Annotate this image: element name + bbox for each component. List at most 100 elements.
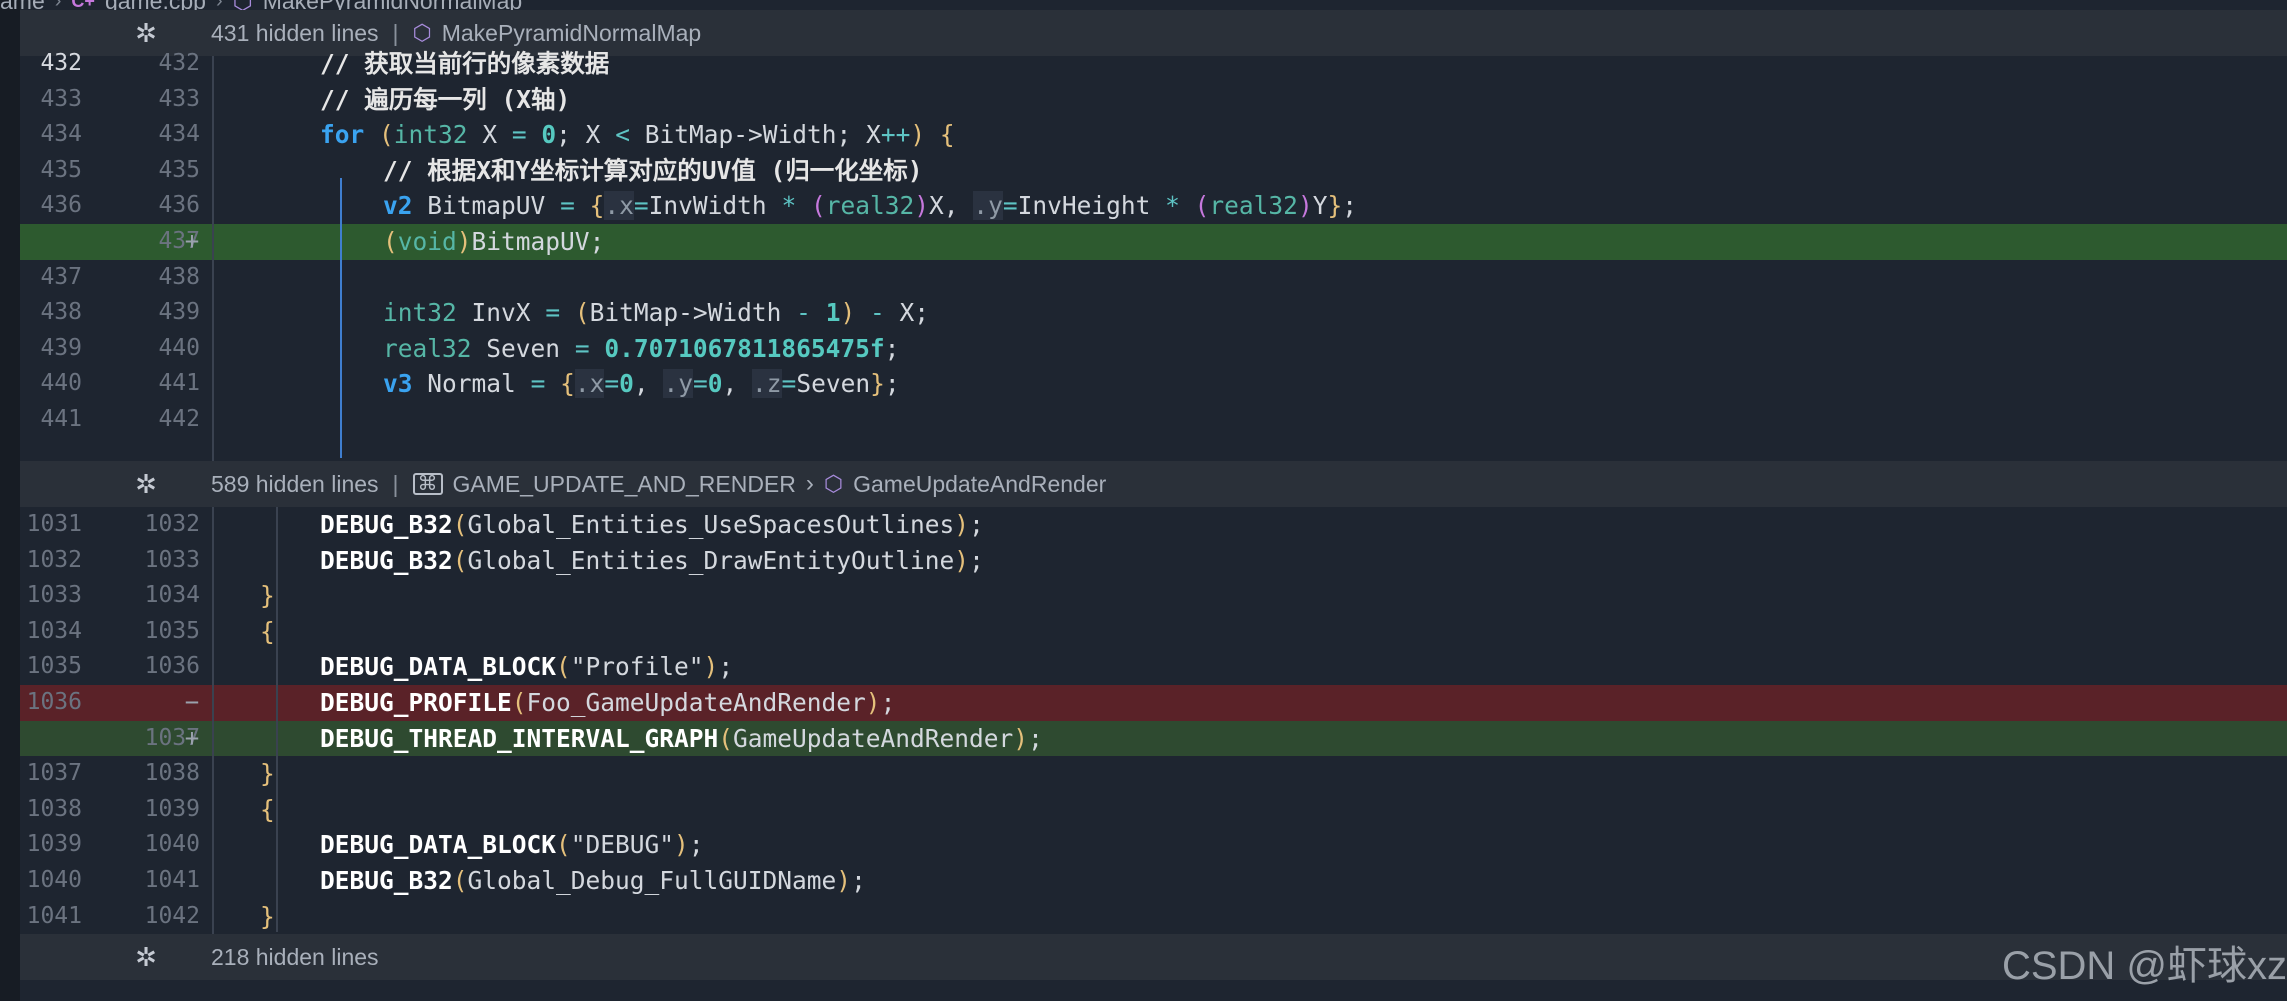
chevron-right-icon: › — [805, 470, 814, 497]
code-line[interactable]: 432 432 // 获取当前行的像素数据 — [20, 46, 2287, 82]
new-line-number: 1042 — [144, 902, 200, 929]
old-line-number: 439 — [40, 334, 82, 361]
old-line-number: 433 — [40, 85, 82, 112]
code-line[interactable]: 1039 1040 DEBUG_DATA_BLOCK("DEBUG"); — [20, 827, 2287, 863]
code-line[interactable]: 438 439 int32 InvX = (BitMap->Width - 1) -… — [20, 295, 2287, 331]
code-text[interactable]: DEBUG_PROFILE(Foo_GameUpdateAndRender); — [320, 685, 895, 721]
old-line-number: 437 — [40, 263, 82, 290]
code-line[interactable]: 1032 1033 DEBUG_B32(Global_Entities_DrawEn… — [20, 543, 2287, 579]
diff-added-marker: + — [184, 227, 200, 255]
new-line-number: 1034 — [144, 582, 200, 609]
old-line-number: 440 — [40, 370, 82, 397]
hidden-lines-count: 218 hidden lines — [211, 943, 379, 970]
code-line[interactable]: 1038 1039 { — [20, 792, 2287, 828]
code-line[interactable]: 437 438 — [20, 260, 2287, 296]
old-line-number: 1034 — [26, 617, 82, 644]
indent-guide — [276, 507, 278, 932]
code-line[interactable]: 433 433 // 遍历每一列 (X轴) — [20, 82, 2287, 118]
symbol-method-icon: ⬡ — [823, 471, 844, 496]
old-line-number: 1038 — [26, 795, 82, 822]
code-text[interactable]: v2 BitmapUV = {.x=InvWidth * (real32)X, … — [383, 188, 1357, 224]
new-line-number: 1040 — [144, 831, 200, 858]
indent-guide — [212, 56, 214, 461]
code-line[interactable]: 1031 1032 DEBUG_B32(Global_Entities_UseSpa… — [20, 507, 2287, 543]
old-line-number: 1041 — [26, 902, 82, 929]
old-line-number: 1031 — [26, 511, 82, 537]
code-text[interactable]: } — [260, 578, 275, 614]
code-text[interactable]: real32 Seven = 0.7071067811865475f; — [383, 331, 899, 367]
old-line-number: 434 — [40, 121, 82, 148]
new-line-number: 435 — [158, 156, 200, 183]
added-code-line[interactable]: 437 + (void)BitmapUV; — [20, 224, 2287, 260]
symbol-method-icon: ⬡ — [412, 20, 432, 45]
diff-added-marker: + — [184, 723, 200, 752]
symbol-macro-icon: ⌘ — [412, 473, 443, 495]
old-line-number: 1032 — [26, 546, 82, 573]
code-line[interactable]: 439 440 real32 Seven = 0.7071067811865475f… — [20, 331, 2287, 367]
new-line-number: 436 — [158, 192, 200, 219]
code-text[interactable]: } — [260, 756, 275, 792]
code-text[interactable]: // 遍历每一列 (X轴) — [320, 82, 570, 118]
new-line-number: 1033 — [144, 546, 200, 573]
fold-symbol[interactable]: GAME_UPDATE_AND_RENDER — [453, 471, 796, 498]
old-line-number: 1039 — [26, 831, 82, 858]
code-line[interactable]: 435 435 // 根据X和Y坐标计算对应的UV值 (归一化坐标) — [20, 153, 2287, 189]
added-code-line[interactable]: 1037 + DEBUG_THREAD_INTERVAL_GRAPH(GameUpd… — [20, 720, 2287, 757]
code-text[interactable]: // 获取当前行的像素数据 — [320, 46, 609, 82]
new-line-number: 433 — [158, 85, 200, 112]
new-line-number: 434 — [158, 121, 200, 148]
code-text[interactable]: { — [260, 792, 275, 828]
new-line-number: 1035 — [144, 617, 200, 644]
hidden-lines-fold[interactable]: ✲ 218 hidden lines — [20, 934, 2287, 980]
new-line-number: 1038 — [144, 760, 200, 787]
code-line[interactable]: 436 436 v2 BitmapUV = {.x=InvWidth * (real… — [20, 188, 2287, 224]
code-line[interactable]: 1034 1035 { — [20, 614, 2287, 650]
code-line[interactable]: 1035 1036 DEBUG_DATA_BLOCK("Profile"); — [20, 649, 2287, 685]
code-line[interactable]: 441 442 — [20, 402, 2287, 438]
unfold-icon[interactable]: ✲ — [132, 470, 160, 498]
diff-removed-marker: − — [184, 688, 200, 716]
code-text[interactable]: DEBUG_B32(Global_Debug_FullGUIDName); — [320, 863, 866, 899]
hidden-lines-count: 589 hidden lines — [211, 470, 379, 497]
old-line-number: 441 — [40, 406, 82, 432]
old-line-number: 1036 — [26, 689, 82, 715]
unfold-icon[interactable]: ✲ — [132, 19, 160, 47]
indent-guide — [340, 178, 342, 458]
old-line-number: 1040 — [26, 867, 82, 893]
code-text[interactable]: int32 InvX = (BitMap->Width - 1) - X; — [383, 295, 929, 331]
watermark: CSDN @虾球xz — [2001, 944, 2287, 988]
code-text[interactable]: DEBUG_DATA_BLOCK("DEBUG"); — [320, 827, 704, 863]
code-text[interactable]: DEBUG_THREAD_INTERVAL_GRAPH(GameUpdateAn… — [320, 721, 1043, 757]
code-text[interactable]: DEBUG_B32(Global_Entities_DrawEntityOutl… — [320, 543, 984, 579]
old-line-number: 1033 — [26, 582, 82, 609]
code-line[interactable]: 1033 1034} — [20, 578, 2287, 614]
code-text[interactable]: // 根据X和Y坐标计算对应的UV值 (归一化坐标) — [383, 153, 923, 189]
new-line-number: 438 — [158, 263, 200, 290]
fold-symbol[interactable]: GameUpdateAndRender — [853, 471, 1106, 498]
fold-symbol[interactable]: MakePyramidNormalMap — [442, 20, 701, 47]
hidden-lines-fold[interactable]: ✲ 589 hidden lines | ⌘ GAME_UPDATE_AND_R… — [20, 461, 2287, 507]
unfold-icon[interactable]: ✲ — [132, 943, 160, 971]
code-text[interactable]: DEBUG_B32(Global_Entities_UseSpacesOutli… — [320, 507, 984, 543]
code-line[interactable]: 1037 1038} — [20, 756, 2287, 792]
code-text[interactable]: for (int32 X = 0; X < BitMap->Width; X++… — [320, 117, 955, 153]
code-text[interactable]: { — [260, 614, 275, 650]
code-line[interactable]: 1041 1042} — [20, 899, 2287, 935]
new-line-number: 441 — [158, 370, 200, 397]
removed-code-line[interactable]: 1036 − DEBUG_PROFILE(Foo_GameUpdateAndRend… — [20, 685, 2287, 721]
old-line-number: 436 — [40, 192, 82, 219]
code-text[interactable]: } — [260, 899, 275, 935]
old-line-number: 1037 — [26, 760, 82, 787]
new-line-number: 1039 — [144, 795, 200, 822]
code-line[interactable]: 440 441 v3 Normal = {.x=0, .y=0, .z=Seven}… — [20, 366, 2287, 402]
new-line-number: 439 — [158, 299, 200, 326]
new-line-number: 1036 — [144, 653, 200, 680]
code-text[interactable]: v3 Normal = {.x=0, .y=0, .z=Seven}; — [383, 366, 900, 402]
old-line-number: 432 — [40, 50, 82, 76]
code-line[interactable]: 1040 1041 DEBUG_B32(Global_Debug_FullGUIDN… — [20, 863, 2287, 899]
code-line[interactable]: 434 434 for (int32 X = 0; X < BitMap->Widt… — [20, 117, 2287, 153]
hidden-lines-count: 431 hidden lines — [211, 19, 379, 46]
old-line-number: 435 — [40, 156, 82, 183]
code-text[interactable]: DEBUG_DATA_BLOCK("Profile"); — [320, 649, 733, 685]
code-text[interactable]: (void)BitmapUV; — [383, 224, 604, 260]
